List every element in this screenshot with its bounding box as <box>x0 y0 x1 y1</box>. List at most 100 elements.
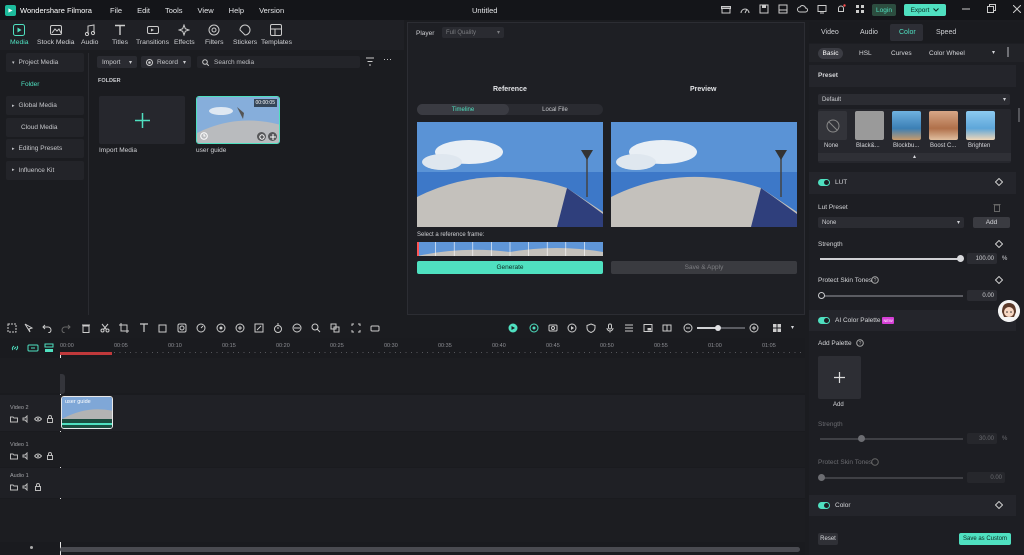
chevron-down-icon[interactable]: ▾ <box>992 49 995 56</box>
eye-icon[interactable] <box>34 415 42 423</box>
protect2-slider-knob[interactable] <box>818 474 825 481</box>
tool-titles[interactable]: Titles <box>112 23 128 46</box>
speaker-icon[interactable] <box>22 415 30 423</box>
save-icon[interactable] <box>759 4 769 14</box>
grid-icon[interactable] <box>855 4 865 14</box>
lut-toggle[interactable] <box>818 179 830 186</box>
protect-value-input[interactable]: 0.00 <box>967 290 997 301</box>
preset-boost-color[interactable] <box>929 111 958 140</box>
notification-icon[interactable] <box>836 4 846 14</box>
color-match-icon[interactable] <box>216 323 226 333</box>
zoom-out-icon[interactable] <box>683 323 693 333</box>
reset-button[interactable]: Reset <box>818 533 838 545</box>
crop-icon[interactable] <box>119 323 129 333</box>
lock-icon[interactable] <box>46 452 54 460</box>
menu-file[interactable]: File <box>110 6 122 15</box>
scrollbar-thumb[interactable] <box>1018 108 1020 122</box>
tool-stock-media[interactable]: Stock Media <box>37 23 74 46</box>
keyframe-diamond-icon[interactable] <box>995 240 1003 248</box>
keyframe-diamond-icon[interactable] <box>995 178 1003 186</box>
undo-icon[interactable] <box>42 323 52 333</box>
multicam-icon[interactable] <box>662 323 672 333</box>
select-tool-icon[interactable] <box>7 323 17 333</box>
link-icon[interactable] <box>10 343 20 353</box>
play-circle-icon[interactable] <box>567 323 577 333</box>
lock-icon[interactable] <box>46 415 54 423</box>
lut-add-button[interactable]: Add <box>973 217 1010 228</box>
minimize-icon[interactable] <box>962 5 970 13</box>
timeline-scrollbar[interactable] <box>60 547 800 552</box>
strength-value-input[interactable]: 100.00 <box>967 253 997 264</box>
track-scroll-handle[interactable] <box>60 374 65 394</box>
timer-icon[interactable] <box>273 323 283 333</box>
chevron-down-icon[interactable]: ▾ <box>791 324 794 331</box>
list-icon[interactable] <box>624 323 634 333</box>
tool-audio[interactable]: Audio <box>81 23 98 46</box>
screen-icon[interactable] <box>817 4 827 14</box>
menu-view[interactable]: View <box>198 6 214 15</box>
pointer-icon[interactable] <box>24 323 34 333</box>
mask-icon[interactable] <box>177 323 187 333</box>
green-screen-icon[interactable] <box>330 323 340 333</box>
preset-brighten[interactable] <box>966 111 995 140</box>
tool-filters[interactable]: Filters <box>205 23 224 46</box>
collapse-presets[interactable]: ▴ <box>818 153 1011 161</box>
search-input[interactable]: Search media <box>197 56 360 68</box>
sidebar-item-editing-presets[interactable]: ▸ Editing Presets <box>6 139 84 158</box>
lock-icon[interactable] <box>34 483 42 491</box>
tab-video[interactable]: Video <box>821 29 839 36</box>
sidebar-item-influence-kit[interactable]: ▸ Influence Kit <box>6 160 84 180</box>
tool-transitions[interactable]: Transitions <box>136 23 169 46</box>
delete-icon[interactable] <box>993 203 1001 212</box>
import-button[interactable]: Import ▾ <box>97 56 137 68</box>
edit-icon[interactable] <box>254 323 264 333</box>
subtab-hsl[interactable]: HSL <box>859 50 872 57</box>
timeline-scrollbar-thumb[interactable] <box>60 547 800 552</box>
ai-assistant-avatar[interactable] <box>998 300 1020 322</box>
keyframe-diamond-icon[interactable] <box>995 276 1003 284</box>
sidebar-item-folder[interactable]: Folder <box>6 75 84 94</box>
sidebar-item-global-media[interactable]: ▸ Global Media <box>6 96 84 115</box>
speed-icon[interactable] <box>196 323 206 333</box>
zoom-slider-knob[interactable] <box>715 325 721 331</box>
folder-icon[interactable] <box>10 415 18 423</box>
render-preview-icon[interactable] <box>508 323 518 333</box>
tab-timeline[interactable]: Timeline <box>417 104 509 115</box>
time-ruler[interactable]: 00:00 00:05 00:10 00:15 00:20 00:25 00:3… <box>60 338 805 355</box>
tab-audio[interactable]: Audio <box>860 29 878 36</box>
export-button[interactable]: Export <box>904 4 946 16</box>
grid-layout-icon[interactable] <box>772 323 782 333</box>
gift-icon[interactable] <box>721 4 731 14</box>
import-media-tile[interactable] <box>99 96 185 144</box>
sidebar-item-project-media[interactable]: ▾ Project Media <box>6 53 84 72</box>
reference-frame-strip[interactable] <box>417 242 603 256</box>
generate-button[interactable]: Generate <box>417 261 603 274</box>
close-icon[interactable] <box>1013 4 1021 13</box>
quality-select[interactable]: Full Quality ▾ <box>442 27 504 38</box>
color-toggle[interactable] <box>818 502 830 509</box>
ai-palette-toggle[interactable] <box>818 317 830 324</box>
menu-version[interactable]: Version <box>259 6 284 15</box>
protect-slider-knob[interactable] <box>818 292 825 299</box>
microphone-icon[interactable] <box>605 323 615 333</box>
subtab-color-wheel[interactable]: Color Wheel <box>929 50 965 57</box>
zoom-in-icon[interactable] <box>749 323 759 333</box>
tool-media[interactable]: Media <box>10 23 29 46</box>
strength2-slider-knob[interactable] <box>858 435 865 442</box>
frame-icon[interactable] <box>351 323 361 333</box>
preset-blockbuster[interactable] <box>892 111 921 140</box>
add-palette-tile[interactable] <box>818 356 861 399</box>
delete-icon[interactable] <box>81 323 91 333</box>
info-icon[interactable]: ? <box>871 276 879 284</box>
preset-select[interactable]: Default ▾ <box>818 94 1010 105</box>
sidebar-item-cloud-media[interactable]: Cloud Media <box>6 117 84 137</box>
save-as-custom-button[interactable]: Save as Custom <box>959 533 1011 545</box>
tab-color[interactable]: Color <box>899 29 916 36</box>
tab-speed[interactable]: Speed <box>936 29 956 36</box>
filter-sort-icon[interactable] <box>366 57 376 66</box>
cloud-icon[interactable] <box>797 4 808 14</box>
redo-icon[interactable] <box>61 323 71 333</box>
restore-icon[interactable] <box>987 4 996 13</box>
refresh-icon[interactable] <box>257 132 266 141</box>
split-icon[interactable] <box>100 323 110 333</box>
